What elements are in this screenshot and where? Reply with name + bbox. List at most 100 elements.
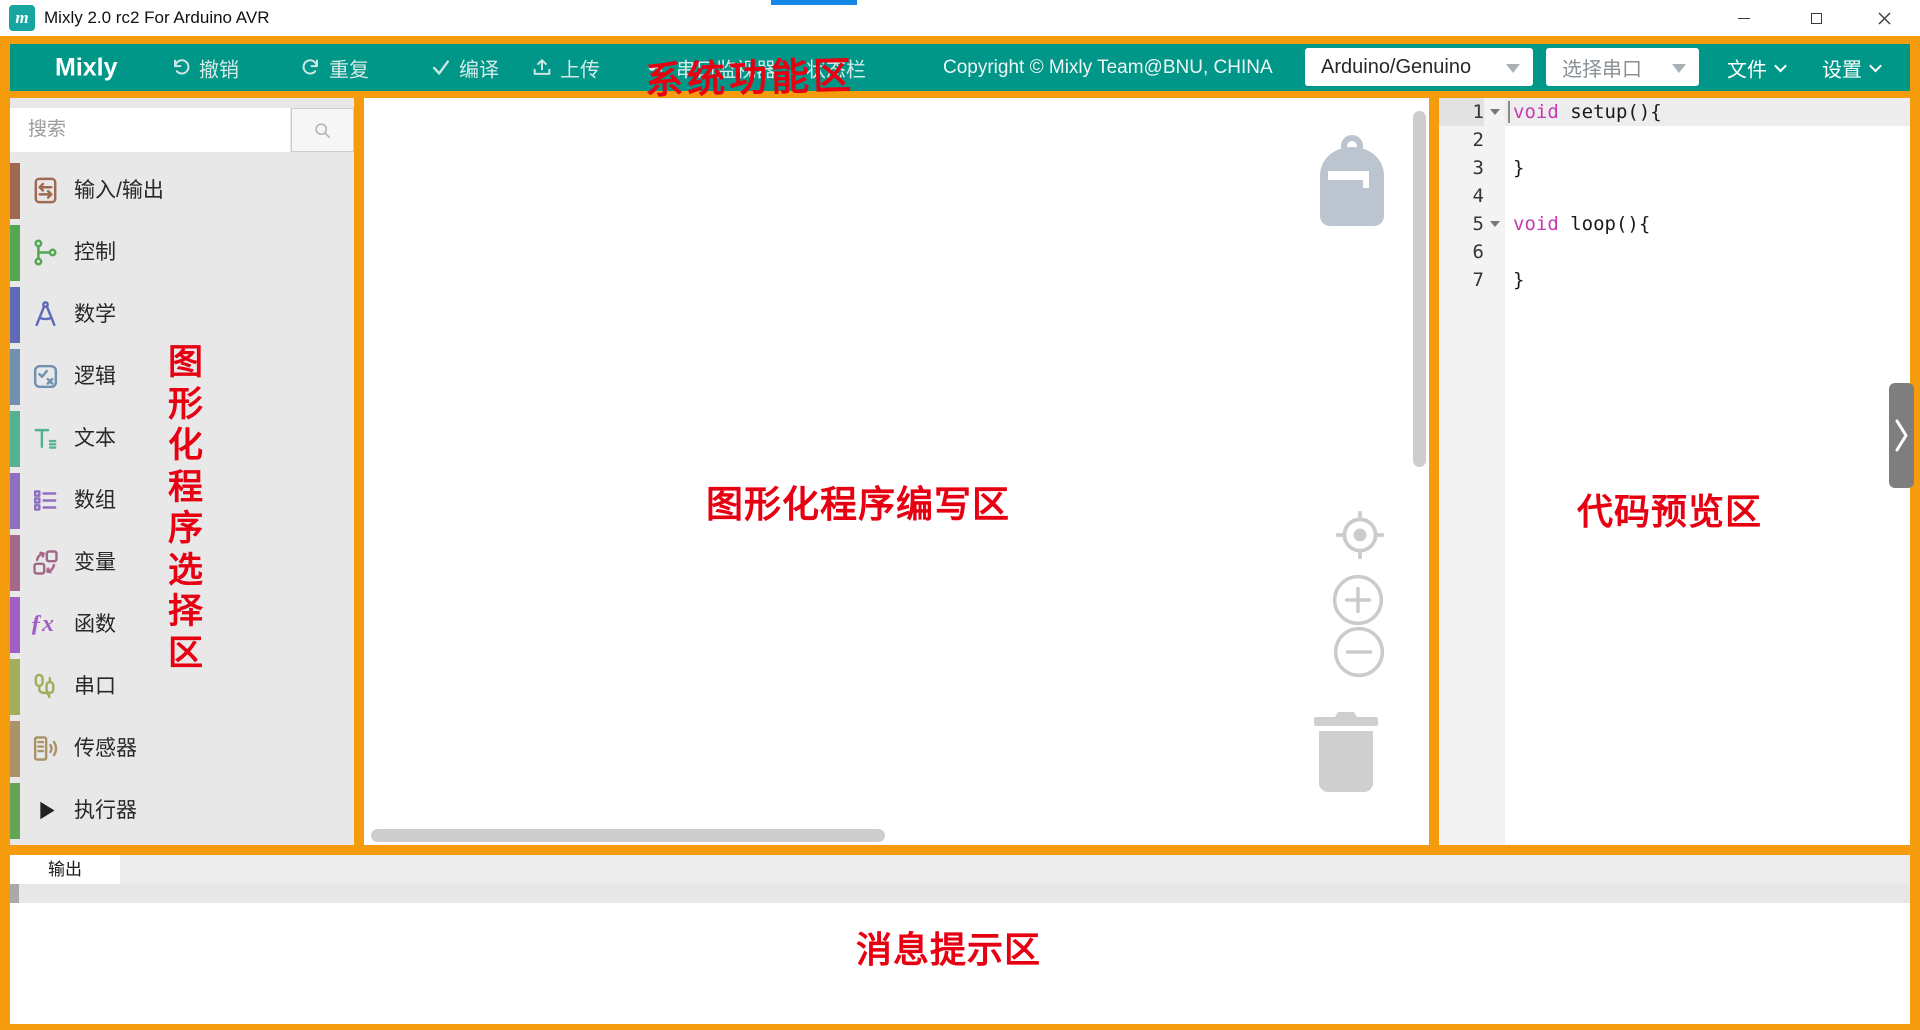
code-line: 4: [1439, 182, 1910, 210]
undo-icon: [170, 57, 192, 79]
category-color-strip: [10, 349, 20, 405]
fold-caret-icon[interactable]: [1484, 210, 1505, 238]
category-color-strip: [10, 287, 20, 343]
sidebar-category-control[interactable]: 控制: [10, 222, 354, 284]
code-keyword: void: [1513, 213, 1559, 235]
file-menu[interactable]: 文件: [1727, 53, 1785, 82]
horizontal-scrollbar[interactable]: [371, 829, 885, 842]
category-color-strip: [10, 597, 20, 653]
search-button[interactable]: [291, 108, 354, 152]
search-input[interactable]: [10, 108, 290, 152]
compile-button[interactable]: 编译: [430, 53, 499, 82]
center-blocks-icon[interactable]: [1333, 508, 1387, 562]
port-dropdown[interactable]: 选择串口: [1546, 48, 1699, 86]
text-icon: [30, 423, 61, 454]
actuator-icon: [30, 795, 61, 826]
redo-icon: [300, 57, 322, 79]
serial-icon: [30, 671, 61, 702]
port-dropdown-value: 选择串口: [1546, 53, 1642, 82]
annotation-message-area: 消息提示区: [856, 921, 1041, 973]
logic-icon: [30, 361, 61, 392]
code-plain: }: [1513, 157, 1524, 179]
variable-icon: [30, 547, 61, 578]
chevron-right-icon: [1889, 383, 1914, 488]
sidebar-category-math[interactable]: 数学: [10, 284, 354, 346]
chevron-down-icon: [1774, 59, 1787, 72]
line-number: 2: [1439, 126, 1484, 154]
vertical-scrollbar[interactable]: [1413, 111, 1426, 467]
fold-caret-empty: [1484, 182, 1505, 210]
line-number: 1: [1439, 98, 1484, 126]
undo-button[interactable]: 撤销: [170, 53, 239, 82]
category-label: 串口: [74, 656, 116, 718]
sidebar-category-actuator[interactable]: 执行器: [10, 780, 354, 842]
output-scroll-strip[interactable]: [10, 884, 1910, 903]
code-text: void loop(){: [1505, 210, 1910, 238]
output-scroll-thumb[interactable]: [10, 884, 19, 903]
toolbar-item-label: 编译: [459, 53, 499, 82]
annotation-selector-area: 图形化程序选择区: [168, 342, 203, 674]
settings-menu[interactable]: 设置: [1822, 53, 1880, 82]
sidebar-category-io[interactable]: 输入/输出: [10, 160, 354, 222]
code-text: [1505, 238, 1910, 266]
category-color-strip: [10, 411, 20, 467]
mixly-brand-button[interactable]: Mixly: [55, 53, 118, 82]
minimize-button[interactable]: [1716, 0, 1772, 36]
code-text: }: [1505, 266, 1910, 294]
upload-button[interactable]: 上传: [531, 53, 600, 82]
copyright-text: Copyright © Mixly Team@BNU, CHINA: [943, 57, 1273, 79]
sidebar-category-sensor[interactable]: 传感器: [10, 718, 354, 780]
annotation-char: 选: [168, 550, 203, 592]
line-number: 4: [1439, 182, 1484, 210]
line-number: 5: [1439, 210, 1484, 238]
code-plain: setup(){: [1559, 101, 1662, 123]
category-color-strip: [10, 659, 20, 715]
annotation-char: 化: [168, 425, 203, 467]
function-icon: ƒx: [30, 609, 61, 640]
category-label: 逻辑: [74, 346, 116, 408]
collapse-code-panel-button[interactable]: [1889, 383, 1914, 488]
tab-output[interactable]: 输出: [10, 855, 120, 884]
fold-caret-empty: [1484, 266, 1505, 294]
titlebar-accent: [771, 0, 857, 5]
annotation-char: 程: [168, 467, 203, 509]
fold-caret-icon[interactable]: [1484, 98, 1505, 126]
trash-icon[interactable]: [1313, 709, 1379, 793]
zoom-out-icon[interactable]: [1332, 625, 1386, 679]
maximize-button[interactable]: [1788, 0, 1844, 36]
compile-icon: [430, 57, 452, 79]
category-label: 执行器: [74, 780, 137, 842]
code-text: void setup(){: [1505, 98, 1910, 126]
toolbar-item-label: 重复: [329, 53, 369, 82]
code-plain: loop(){: [1559, 213, 1651, 235]
category-color-strip: [10, 535, 20, 591]
blockly-workspace[interactable]: [364, 98, 1429, 845]
code-keyword: void: [1513, 101, 1559, 123]
code-line: 3}: [1439, 154, 1910, 182]
annotation-editor-area: 图形化程序编写区: [706, 474, 1010, 528]
zoom-in-icon[interactable]: [1331, 573, 1385, 627]
category-label: 数学: [74, 284, 116, 346]
category-color-strip: [10, 473, 20, 529]
line-number: 7: [1439, 266, 1484, 294]
code-lines: 1void setup(){23}45void loop(){67}: [1439, 98, 1910, 294]
category-color-strip: [10, 163, 20, 219]
board-dropdown[interactable]: Arduino/Genuino: [1305, 48, 1533, 86]
chevron-down-icon: [1869, 59, 1882, 72]
backpack-icon[interactable]: [1320, 134, 1384, 227]
code-plain: }: [1513, 269, 1524, 291]
toolbar-item-label: 撤销: [199, 53, 239, 82]
code-text: }: [1505, 154, 1910, 182]
window-title: Mixly 2.0 rc2 For Arduino AVR: [44, 0, 270, 36]
category-color-strip: [10, 783, 20, 839]
close-icon: [1878, 12, 1891, 25]
settings-menu-label: 设置: [1822, 53, 1862, 82]
toolbar: Mixly Copyright © Mixly Team@BNU, CHINA …: [10, 44, 1910, 91]
annotation-code-area: 代码预览区: [1577, 483, 1762, 535]
close-button[interactable]: [1856, 0, 1912, 36]
annotation-char: 序: [168, 508, 203, 550]
fold-caret-empty: [1484, 238, 1505, 266]
fold-caret-empty: [1484, 154, 1505, 182]
output-tabbar: 输出: [10, 855, 1910, 884]
redo-button[interactable]: 重复: [300, 53, 369, 82]
